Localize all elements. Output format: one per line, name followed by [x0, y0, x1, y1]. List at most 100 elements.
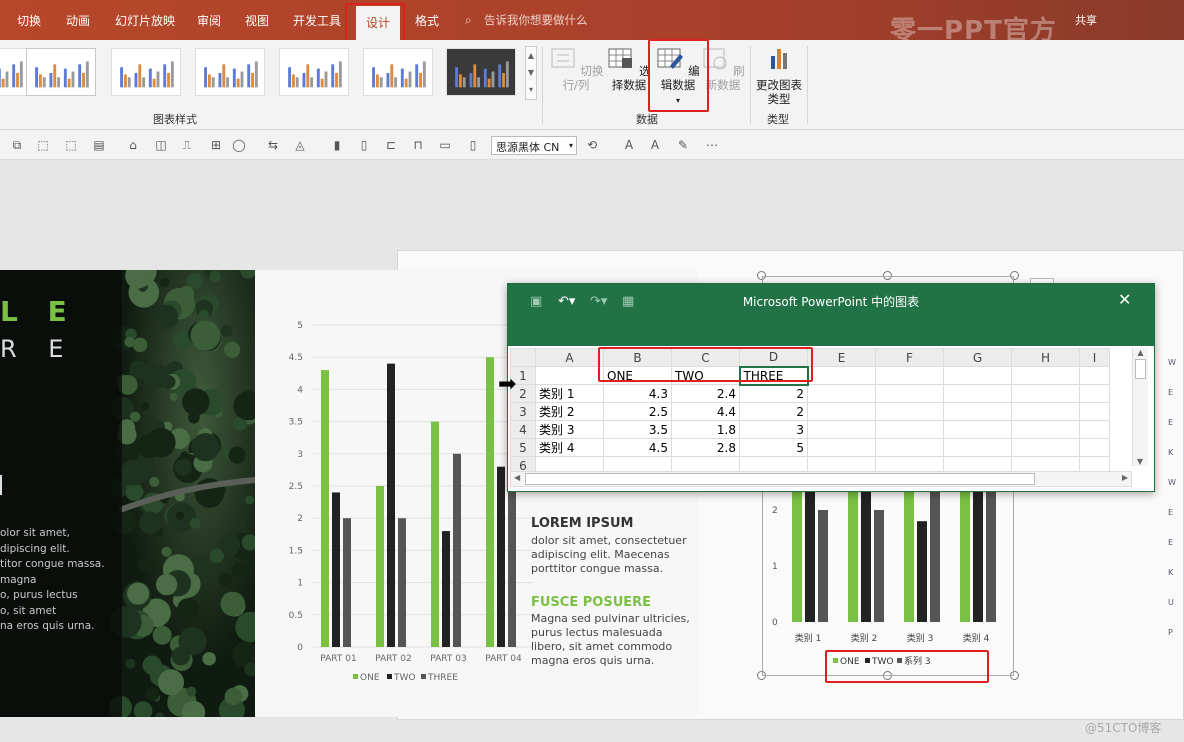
scroll-left-icon[interactable]: ◀ — [514, 473, 520, 482]
cell[interactable]: 3 — [739, 420, 808, 439]
tab-transitions[interactable]: 切换 — [17, 12, 41, 29]
group-icon[interactable]: ⬚ — [36, 138, 50, 152]
cell[interactable] — [1011, 366, 1080, 385]
select-data-button[interactable]: 选择数据 — [604, 46, 654, 92]
bring-forward-icon[interactable]: ⧉ — [10, 138, 24, 152]
cell[interactable] — [807, 402, 876, 421]
cell[interactable] — [1011, 438, 1080, 457]
scroll-thumb[interactable] — [1135, 359, 1146, 379]
change-chart-type-button[interactable]: 更改图表类型 — [754, 46, 804, 106]
scroll-right-icon[interactable]: ▶ — [1122, 473, 1128, 482]
excel-chart-data-window[interactable]: ▣ ↶▾ ↷▾ ▦ Microsoft PowerPoint 中的图表 ✕ AB… — [507, 283, 1155, 492]
tab-view[interactable]: 视图 — [245, 12, 269, 29]
font-grow-icon[interactable]: A — [622, 138, 636, 152]
scroll-up-icon[interactable]: ▲ — [1133, 348, 1148, 357]
tab-review[interactable]: 审阅 — [197, 12, 221, 29]
cell[interactable] — [535, 366, 604, 385]
cell[interactable] — [1079, 384, 1110, 403]
column-header[interactable]: A — [535, 348, 604, 367]
row-header[interactable]: 3 — [510, 402, 536, 421]
switch-row-col-button[interactable]: 切换行/列 — [548, 46, 604, 92]
row-header[interactable]: 4 — [510, 420, 536, 439]
select-all-corner[interactable] — [510, 348, 536, 367]
row-header[interactable]: 5 — [510, 438, 536, 457]
rotate-icon[interactable]: ⊞ — [209, 138, 223, 152]
cell[interactable] — [875, 384, 944, 403]
cell[interactable]: 2.5 — [603, 402, 672, 421]
cell[interactable] — [875, 402, 944, 421]
cell[interactable]: 3.5 — [603, 420, 672, 439]
cell[interactable] — [943, 438, 1012, 457]
ungroup-icon[interactable]: ⬚ — [64, 138, 78, 152]
chart-style-thumbnail[interactable] — [363, 48, 433, 96]
cell[interactable]: 1.8 — [671, 420, 740, 439]
flip-icon[interactable]: ⇆ — [266, 138, 280, 152]
cell[interactable] — [807, 366, 876, 385]
align-center-icon[interactable]: ▯ — [357, 138, 371, 152]
column-header[interactable]: H — [1011, 348, 1080, 367]
cell[interactable] — [943, 420, 1012, 439]
column-header[interactable]: E — [807, 348, 876, 367]
cell[interactable]: 2 — [739, 402, 808, 421]
share-button[interactable]: 共享 — [1075, 12, 1097, 28]
page-icon[interactable]: ▯ — [466, 138, 480, 152]
tab-developer[interactable]: 开发工具 — [293, 12, 341, 29]
cell[interactable] — [875, 366, 944, 385]
shape-icon[interactable]: ◯ — [232, 138, 246, 152]
cell[interactable]: 4.4 — [671, 402, 740, 421]
chart-style-thumbnail[interactable] — [26, 48, 96, 96]
lock-icon[interactable]: ⌂ — [126, 138, 140, 152]
cell[interactable]: 2.8 — [671, 438, 740, 457]
distribute-h-icon[interactable]: ⎍ — [180, 138, 194, 152]
tab-format[interactable]: 格式 — [415, 12, 439, 29]
cell[interactable]: 2.4 — [671, 384, 740, 403]
cell[interactable]: 类别 2 — [535, 402, 604, 421]
cell[interactable]: 2 — [739, 384, 808, 403]
chart-style-thumbnail[interactable] — [195, 48, 265, 96]
horizontal-scrollbar[interactable]: ◀ ▶ — [510, 471, 1132, 487]
eraser-icon[interactable]: ✎ — [676, 138, 690, 152]
chart-style-thumbnail[interactable] — [446, 48, 516, 96]
font-shrink-icon[interactable]: A — [648, 138, 662, 152]
align-top-icon[interactable]: ⊏ — [384, 138, 398, 152]
gallery-scroll[interactable]: ▲ ▼ ▾ — [525, 46, 537, 100]
cell[interactable]: 类别 1 — [535, 384, 604, 403]
cell[interactable]: 类别 3 — [535, 420, 604, 439]
outline-icon[interactable]: ⟲ — [585, 138, 599, 152]
vertical-scrollbar[interactable]: ▲ ▼ — [1132, 348, 1148, 466]
font-name-select[interactable]: 思源黑体 CN ▾ — [491, 136, 577, 155]
cell[interactable] — [875, 438, 944, 457]
cell[interactable] — [1011, 384, 1080, 403]
tab-slideshow[interactable]: 幻灯片放映 — [115, 12, 175, 29]
align-icon[interactable]: ▤ — [92, 138, 106, 152]
cell[interactable] — [807, 384, 876, 403]
cell[interactable] — [1079, 366, 1110, 385]
cell[interactable] — [1079, 438, 1110, 457]
tab-animations[interactable]: 动画 — [66, 12, 90, 29]
h-scroll-thumb[interactable] — [525, 473, 1035, 485]
cell[interactable] — [1079, 420, 1110, 439]
cell[interactable]: 4.5 — [603, 438, 672, 457]
cell[interactable] — [1011, 420, 1080, 439]
column-header[interactable]: F — [875, 348, 944, 367]
cell[interactable]: 类别 4 — [535, 438, 604, 457]
resize-icon[interactable]: ▭ — [438, 138, 452, 152]
cell[interactable] — [943, 384, 1012, 403]
tell-me-search[interactable]: 告诉我你想要做什么 — [484, 12, 588, 28]
cell[interactable] — [1079, 402, 1110, 421]
scroll-down-icon[interactable]: ▼ — [1133, 457, 1147, 466]
chart-style-thumbnail[interactable] — [111, 48, 181, 96]
column-header[interactable]: I — [1079, 348, 1110, 367]
cell[interactable] — [875, 420, 944, 439]
align-middle-icon[interactable]: ⊓ — [411, 138, 425, 152]
distribute-icon[interactable]: ◫ — [154, 138, 168, 152]
cell[interactable]: 5 — [739, 438, 808, 457]
column-header[interactable]: G — [943, 348, 1012, 367]
cell[interactable] — [807, 420, 876, 439]
more-options-icon[interactable]: ⋯ — [705, 138, 719, 152]
cell[interactable] — [943, 402, 1012, 421]
cell[interactable] — [1011, 402, 1080, 421]
cell[interactable] — [807, 438, 876, 457]
chart-style-thumbnail[interactable] — [279, 48, 349, 96]
cell[interactable]: 4.3 — [603, 384, 672, 403]
